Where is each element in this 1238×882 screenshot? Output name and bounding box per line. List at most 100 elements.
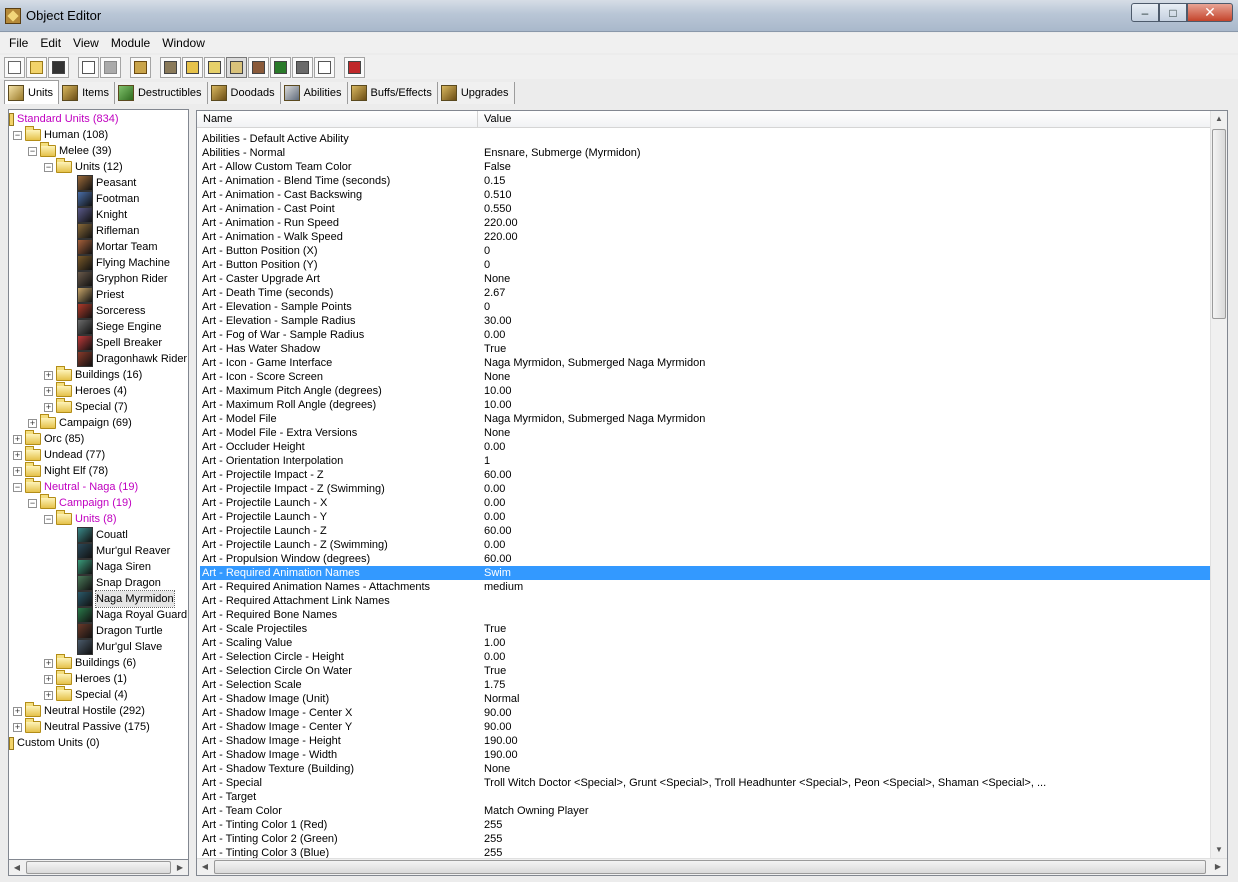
field-value[interactable]: Troll Witch Doctor <Special>, Grunt <Spe…	[484, 776, 1046, 790]
field-value[interactable]: 2.67	[484, 286, 505, 300]
grid-row[interactable]: Art - Fog of War - Sample Radius 0.00	[200, 328, 1210, 342]
grid-row[interactable]: Art - Model File - Extra Versions None	[200, 426, 1210, 440]
tree-unit-item[interactable]: Spell Breaker	[77, 335, 162, 351]
tree-folder-item[interactable]: + Heroes (1)	[44, 670, 127, 687]
grid-row[interactable]: Art - Projectile Impact - Z (Swimming) 0.…	[200, 482, 1210, 496]
grid-row[interactable]: Art - Animation - Blend Time (seconds) 0.…	[200, 174, 1210, 188]
tree-folder-item[interactable]: + Buildings (16)	[44, 366, 142, 383]
grid-row[interactable]: Art - Selection Circle On Water True	[200, 664, 1210, 678]
column-header-name[interactable]: Name	[197, 111, 478, 128]
grid-row[interactable]: Abilities - Default Active Ability	[200, 132, 1210, 146]
tree-folder-item[interactable]: − Campaign (19)	[28, 494, 132, 511]
grid-row[interactable]: Art - Selection Circle - Height 0.00	[200, 650, 1210, 664]
grid-row[interactable]: Art - Team Color Match Owning Player	[200, 804, 1210, 818]
close-button[interactable]: ✕	[1187, 3, 1233, 22]
sound-editor-button[interactable]	[204, 56, 225, 78]
grid-vertical-scrollbar[interactable]: ▲ ▼	[1210, 111, 1227, 859]
field-value[interactable]: False	[484, 160, 511, 174]
field-value[interactable]: 220.00	[484, 216, 518, 230]
field-value[interactable]: 190.00	[484, 748, 518, 762]
tree-unit-item[interactable]: Flying Machine	[77, 255, 170, 271]
field-value[interactable]: True	[484, 342, 506, 356]
open-button[interactable]	[26, 56, 47, 78]
field-value[interactable]: 0.00	[484, 496, 505, 510]
test-map-button[interactable]	[344, 56, 365, 78]
field-value[interactable]: 0.00	[484, 510, 505, 524]
expand-icon[interactable]: +	[13, 450, 22, 460]
grid-row[interactable]: Art - Required Animation Names - Attachm…	[200, 580, 1210, 594]
grid-scroll-thumb[interactable]	[1212, 129, 1226, 319]
field-value[interactable]: 0.510	[484, 188, 512, 202]
expand-icon[interactable]: +	[13, 434, 22, 444]
grid-row[interactable]: Art - Tinting Color 1 (Red) 255	[200, 818, 1210, 832]
column-header-value[interactable]: Value	[478, 111, 1210, 128]
menu-window[interactable]: Window	[156, 34, 211, 52]
field-value[interactable]: True	[484, 664, 506, 678]
field-value[interactable]: None	[484, 272, 510, 286]
tree-folder-item[interactable]: + Special (7)	[44, 398, 128, 415]
copy-button[interactable]	[78, 56, 99, 78]
tree-unit-item[interactable]: Priest	[77, 287, 124, 303]
tree-unit-item[interactable]: Gryphon Rider	[77, 271, 168, 287]
field-value[interactable]: 0	[484, 300, 490, 314]
tab-items[interactable]: Items	[59, 82, 115, 104]
grid-row[interactable]: Art - Animation - Cast Backswing 0.510	[200, 188, 1210, 202]
grid-row[interactable]: Art - Button Position (X) 0	[200, 244, 1210, 258]
field-value[interactable]: True	[484, 622, 506, 636]
tab-upgrades[interactable]: Upgrades	[437, 82, 515, 104]
field-value[interactable]: 0	[484, 244, 490, 258]
expand-icon[interactable]: +	[44, 402, 53, 412]
unit-editor-button[interactable]	[130, 56, 151, 78]
grid-row[interactable]: Art - Death Time (seconds) 2.67	[200, 286, 1210, 300]
object-manager-button[interactable]	[314, 56, 335, 78]
grid-row[interactable]: Art - Scaling Value 1.00	[200, 636, 1210, 650]
expand-icon[interactable]: +	[44, 370, 53, 380]
trigger-editor-button[interactable]	[182, 56, 203, 78]
field-value[interactable]: Match Owning Player	[484, 804, 589, 818]
scroll-right-icon[interactable]: ▶	[172, 860, 188, 876]
tree-unit-item[interactable]: Siege Engine	[77, 319, 161, 335]
grid-row[interactable]: Art - Required Animation Names Swim	[200, 566, 1210, 580]
tree-folder-item[interactable]: + Special (4)	[44, 686, 128, 703]
grid-row[interactable]: Art - Orientation Interpolation 1	[200, 454, 1210, 468]
tree-folder-item[interactable]: − Units (12)	[44, 158, 123, 175]
grid-row[interactable]: Art - Shadow Image - Height 190.00	[200, 734, 1210, 748]
grid-row[interactable]: Art - Projectile Launch - Y 0.00	[200, 510, 1210, 524]
object-tree[interactable]: Standard Units (834) − Human (108) − Melee (…	[8, 109, 189, 876]
grid-row[interactable]: Abilities - Normal Ensnare, Submerge (Myr…	[200, 146, 1210, 160]
tree-folder-item[interactable]: + Undead (77)	[13, 446, 105, 463]
tree-unit-item[interactable]: Couatl	[77, 527, 128, 543]
tree-unit-item[interactable]: Dragon Turtle	[77, 623, 163, 639]
grid-row[interactable]: Art - Shadow Image (Unit) Normal	[200, 692, 1210, 706]
tree-unit-item[interactable]: Naga Royal Guard	[77, 607, 187, 623]
grid-row[interactable]: Art - Button Position (Y) 0	[200, 258, 1210, 272]
tree-folder-item[interactable]: + Neutral Passive (175)	[13, 718, 150, 735]
collapse-icon[interactable]: −	[13, 130, 22, 140]
grid-row[interactable]: Art - Occluder Height 0.00	[200, 440, 1210, 454]
grid-row[interactable]: Art - Target	[200, 790, 1210, 804]
tree-unit-item[interactable]: Knight	[77, 207, 127, 223]
grid-row[interactable]: Art - Caster Upgrade Art None	[200, 272, 1210, 286]
collapse-icon[interactable]: −	[44, 162, 53, 172]
tree-horizontal-scrollbar[interactable]: ◀ ▶	[8, 859, 189, 876]
tree-folder-item[interactable]: + Campaign (69)	[28, 414, 132, 431]
expand-icon[interactable]: +	[13, 722, 22, 732]
field-value[interactable]: 60.00	[484, 468, 512, 482]
new-file-button[interactable]	[4, 56, 25, 78]
grid-row[interactable]: Art - Maximum Pitch Angle (degrees) 10.00	[200, 384, 1210, 398]
field-value[interactable]: Normal	[484, 692, 519, 706]
tree-scroll-thumb[interactable]	[26, 861, 171, 874]
tree-unit-item[interactable]: Rifleman	[77, 223, 139, 239]
field-value[interactable]: 220.00	[484, 230, 518, 244]
field-value[interactable]: 60.00	[484, 552, 512, 566]
tree-folder-item[interactable]: + Night Elf (78)	[13, 462, 108, 479]
field-value[interactable]: 30.00	[484, 314, 512, 328]
grid-row[interactable]: Art - Animation - Walk Speed 220.00	[200, 230, 1210, 244]
field-value[interactable]: 60.00	[484, 524, 512, 538]
tree-folder-item[interactable]: − Neutral - Naga (19)	[13, 478, 138, 495]
grid-row[interactable]: Art - Special Troll Witch Doctor <Special…	[200, 776, 1210, 790]
grid-row[interactable]: Art - Projectile Launch - X 0.00	[200, 496, 1210, 510]
tree-unit-item[interactable]: Sorceress	[77, 303, 146, 319]
campaign-editor-button[interactable]	[248, 56, 269, 78]
scroll-right-icon[interactable]: ▶	[1210, 859, 1226, 875]
